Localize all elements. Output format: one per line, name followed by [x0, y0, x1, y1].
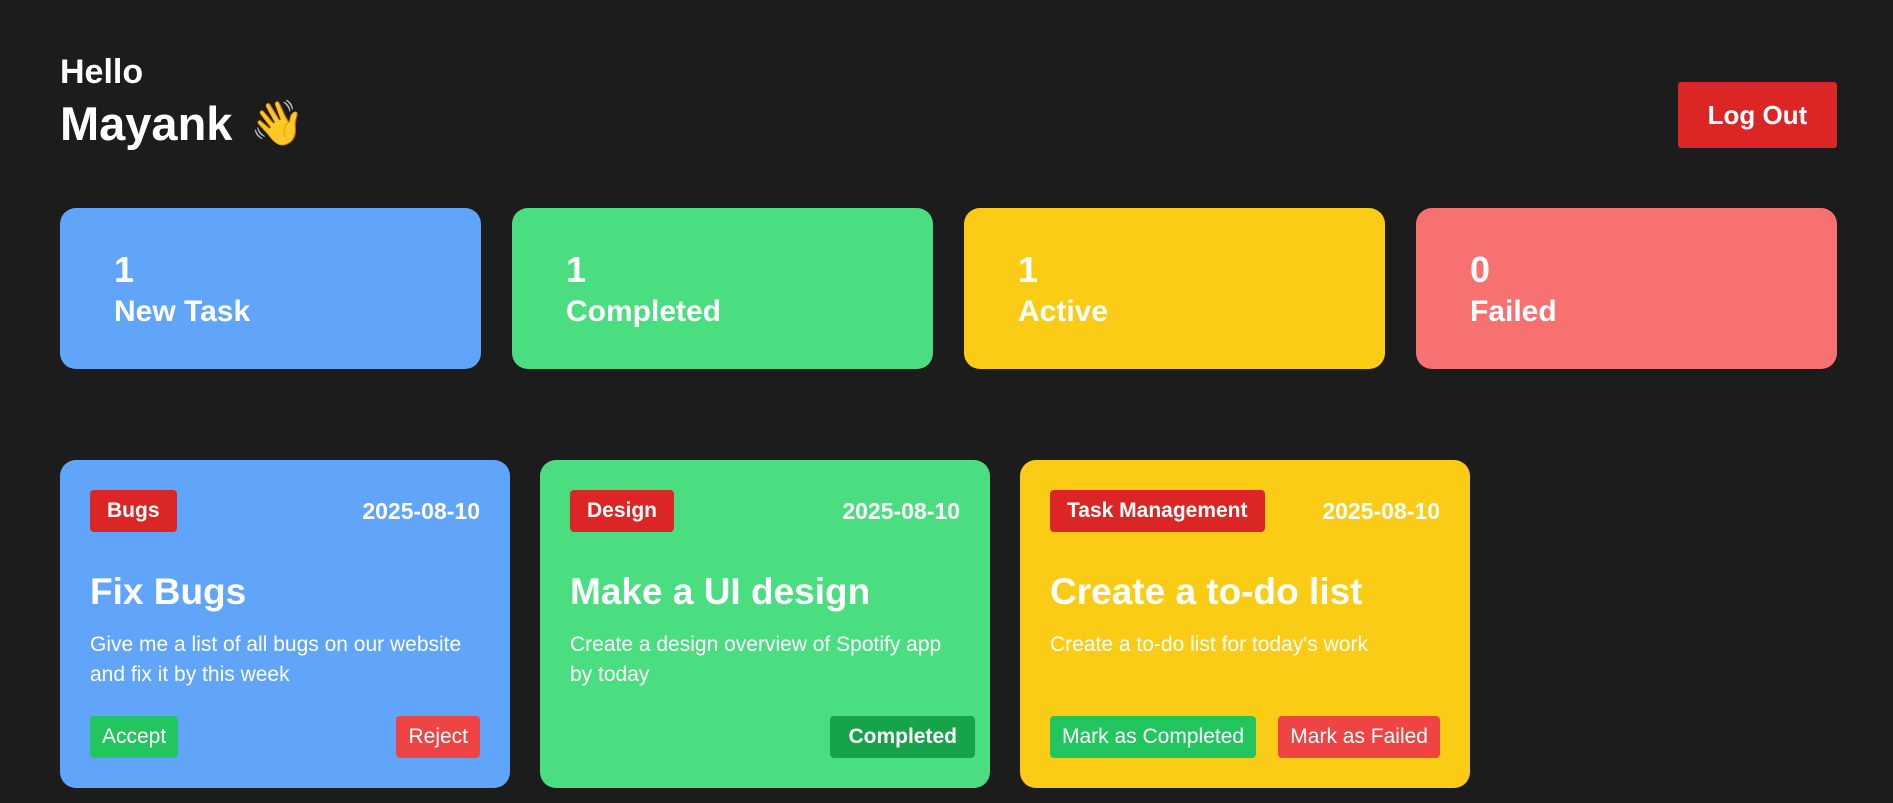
- task-header: Bugs 2025-08-10: [90, 490, 480, 532]
- wave-icon: 👋: [250, 99, 306, 148]
- task-card-active: Task Management 2025-08-10 Create a to-d…: [1020, 460, 1470, 788]
- accept-button[interactable]: Accept: [90, 716, 179, 758]
- stats-row: 1 New Task 1 Completed 1 Active 0 Failed: [60, 208, 1837, 369]
- mark-completed-button[interactable]: Mark as Completed: [1050, 716, 1257, 758]
- stat-label: Active: [1018, 295, 1109, 328]
- stat-count: 1: [566, 249, 587, 290]
- logout-button[interactable]: Log Out: [1678, 82, 1837, 148]
- task-header: Task Management 2025-08-10: [1050, 490, 1440, 532]
- task-header: Design 2025-08-10: [570, 490, 960, 532]
- greeting-text: Hello: [60, 53, 144, 91]
- user-name: Mayank: [60, 97, 233, 150]
- task-actions: Mark as Completed Mark as Failed: [1050, 716, 1440, 758]
- mark-failed-button[interactable]: Mark as Failed: [1278, 716, 1440, 758]
- category-badge: Bugs: [90, 490, 177, 532]
- reject-button[interactable]: Reject: [396, 716, 480, 758]
- stat-card-new-task: 1 New Task: [60, 208, 481, 369]
- task-title: Create a to-do list: [1050, 571, 1363, 612]
- task-description: Create a to-do list for today's work: [1050, 633, 1368, 656]
- user-name-row: Mayank 👋: [60, 94, 1837, 154]
- task-date: 2025-08-10: [362, 497, 480, 524]
- task-title: Make a UI design: [570, 571, 871, 612]
- task-card-new: Bugs 2025-08-10 Fix Bugs Give me a list …: [60, 460, 510, 788]
- category-badge: Design: [570, 490, 675, 532]
- task-list: Bugs 2025-08-10 Fix Bugs Give me a list …: [60, 460, 1470, 788]
- stat-card-completed: 1 Completed: [512, 208, 933, 369]
- stat-count: 0: [1470, 249, 1491, 290]
- completed-status-button[interactable]: Completed: [830, 716, 975, 758]
- task-card-completed: Design 2025-08-10 Make a UI design Creat…: [540, 460, 990, 788]
- task-actions: Completed: [570, 716, 975, 758]
- stat-card-active: 1 Active: [964, 208, 1385, 369]
- stat-count: 1: [1018, 249, 1039, 290]
- stat-card-failed: 0 Failed: [1416, 208, 1837, 369]
- stat-count: 1: [114, 249, 135, 290]
- task-date: 2025-08-10: [842, 497, 960, 524]
- task-description: Give me a list of all bugs on our websit…: [90, 633, 462, 686]
- task-description: Create a design overview of Spotify app …: [570, 633, 942, 686]
- task-actions: Accept Reject: [90, 716, 480, 758]
- header: Hello Mayank 👋 Log Out: [60, 50, 1837, 160]
- category-badge: Task Management: [1050, 490, 1265, 532]
- stat-label: Completed: [566, 295, 722, 328]
- task-title: Fix Bugs: [90, 571, 247, 612]
- stat-label: Failed: [1470, 295, 1557, 328]
- task-date: 2025-08-10: [1322, 497, 1440, 524]
- stat-label: New Task: [114, 295, 251, 328]
